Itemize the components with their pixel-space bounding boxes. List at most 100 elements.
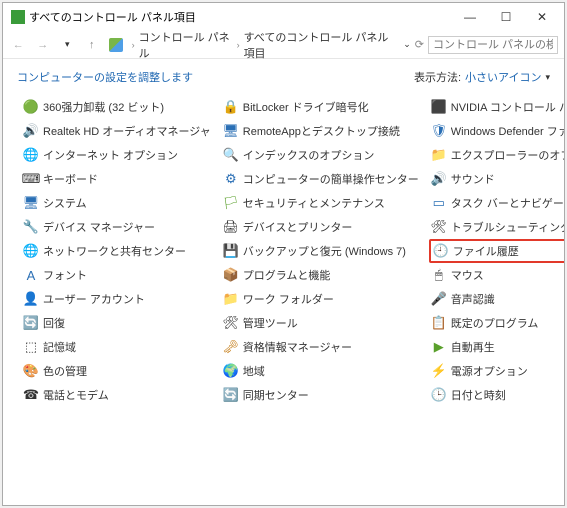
- item-icon: 🌍: [223, 363, 239, 379]
- item-label: Realtek HD オーディオマネージャ: [43, 123, 211, 139]
- control-panel-item[interactable]: 📋既定のプログラム: [429, 311, 564, 335]
- control-panel-item[interactable]: 🖱マウス: [429, 263, 564, 287]
- control-panel-item[interactable]: 🔍インデックスのオプション: [221, 143, 421, 167]
- path-dropdown[interactable]: ⌄: [403, 39, 411, 50]
- control-panel-item[interactable]: 🟢360强力卸载 (32 ビット): [21, 95, 213, 119]
- up-button[interactable]: ↑: [83, 35, 102, 55]
- control-panel-item[interactable]: 🌐ネットワークと共有センター: [21, 239, 213, 263]
- control-panel-item[interactable]: 💾バックアップと復元 (Windows 7): [221, 239, 421, 263]
- item-icon: 🟢: [23, 99, 39, 115]
- back-button[interactable]: ←: [9, 35, 28, 55]
- control-panel-item[interactable]: ⚡電源オプション: [429, 359, 564, 383]
- item-label: NVIDIA コントロール パネル: [451, 99, 564, 115]
- chevron-right-icon: ›: [132, 40, 135, 50]
- item-label: ネットワークと共有センター: [43, 243, 186, 259]
- control-panel-item[interactable]: 📁ワーク フォルダー: [221, 287, 421, 311]
- titlebar: すべてのコントロール パネル項目 — ☐ ✕: [3, 3, 564, 31]
- forward-button[interactable]: →: [34, 35, 53, 55]
- control-panel-item[interactable]: 🛠管理ツール: [221, 311, 421, 335]
- item-icon: ▭: [431, 195, 447, 211]
- item-icon: 🛡: [431, 123, 447, 139]
- history-dropdown[interactable]: ▾: [58, 35, 77, 55]
- view-value[interactable]: 小さいアイコン: [465, 69, 541, 85]
- chevron-down-icon[interactable]: ▾: [545, 72, 550, 83]
- item-label: バックアップと復元 (Windows 7): [243, 243, 406, 259]
- item-label: 管理ツール: [243, 315, 298, 331]
- search-input[interactable]: [428, 36, 558, 54]
- control-panel-item[interactable]: 🖥システム: [21, 191, 213, 215]
- chevron-right-icon: ›: [237, 40, 240, 50]
- item-label: BitLocker ドライブ暗号化: [243, 99, 369, 115]
- item-label: 資格情報マネージャー: [243, 339, 352, 355]
- item-icon: 🛠: [223, 315, 239, 331]
- close-button[interactable]: ✕: [524, 5, 560, 29]
- item-label: インターネット オプション: [43, 147, 178, 163]
- control-panel-item[interactable]: ⬛NVIDIA コントロール パネル: [429, 95, 564, 119]
- control-panel-item[interactable]: 🕒日付と時刻: [429, 383, 564, 407]
- item-icon: 🔄: [23, 315, 39, 331]
- item-label: コンピューターの簡単操作センター: [243, 171, 419, 187]
- control-panel-item[interactable]: ⬚記憶域: [21, 335, 213, 359]
- control-panel-item[interactable]: 📁エクスプローラーのオプション: [429, 143, 564, 167]
- item-label: エクスプローラーのオプション: [451, 147, 564, 163]
- item-label: 色の管理: [43, 363, 87, 379]
- item-label: ワーク フォルダー: [243, 291, 334, 307]
- item-icon: 💾: [223, 243, 239, 259]
- item-label: 電源オプション: [451, 363, 528, 379]
- item-icon: 🖱: [431, 267, 447, 283]
- search-area: ⌄ ⟳: [403, 36, 558, 54]
- control-panel-item[interactable]: ⌨キーボード: [21, 167, 213, 191]
- item-icon: 🌐: [23, 243, 39, 259]
- item-icon: 📋: [431, 315, 447, 331]
- minimize-button[interactable]: —: [452, 5, 488, 29]
- control-panel-item[interactable]: 🏳セキュリティとメンテナンス: [221, 191, 421, 215]
- address-icon: [107, 35, 126, 55]
- control-panel-item[interactable]: 🔒BitLocker ドライブ暗号化: [221, 95, 421, 119]
- control-panel-item[interactable]: ▭タスク バーとナビゲーション: [429, 191, 564, 215]
- control-panel-item[interactable]: 🔊Realtek HD オーディオマネージャ: [21, 119, 213, 143]
- control-panel-item[interactable]: ▶自動再生: [429, 335, 564, 359]
- control-panel-item[interactable]: Aフォント: [21, 263, 213, 287]
- item-icon: ⬚: [23, 339, 39, 355]
- item-icon: 🖨: [223, 219, 239, 235]
- refresh-button[interactable]: ⟳: [415, 38, 424, 51]
- control-panel-item[interactable]: 🖨デバイスとプリンター: [221, 215, 421, 239]
- control-panel-item[interactable]: 🔧デバイス マネージャー: [21, 215, 213, 239]
- crumb-control-panel[interactable]: コントロール パネル: [139, 29, 233, 61]
- control-panel-item[interactable]: ⚙コンピューターの簡単操作センター: [221, 167, 421, 191]
- item-icon: 🔒: [223, 99, 239, 115]
- control-panel-item[interactable]: 🔄同期センター: [221, 383, 421, 407]
- control-panel-item[interactable]: 🎤音声認識: [429, 287, 564, 311]
- control-panel-item[interactable]: 🖥RemoteAppとデスクトップ接続: [221, 119, 421, 143]
- control-panel-item[interactable]: 🎨色の管理: [21, 359, 213, 383]
- control-panel-item[interactable]: 🔄回復: [21, 311, 213, 335]
- control-panel-item[interactable]: 🔊サウンド: [429, 167, 564, 191]
- crumb-all-items[interactable]: すべてのコントロール パネル項目: [244, 29, 398, 61]
- control-panel-item[interactable]: 🌍地域: [221, 359, 421, 383]
- control-panel-item[interactable]: 🕘ファイル履歴: [429, 239, 564, 263]
- item-label: サウンド: [451, 171, 495, 187]
- control-panel-item[interactable]: ☎電話とモデム: [21, 383, 213, 407]
- item-label: マウス: [451, 267, 484, 283]
- app-icon: [11, 10, 25, 24]
- control-panel-item[interactable]: 🛠トラブルシューティング: [429, 215, 564, 239]
- item-label: タスク バーとナビゲーション: [451, 195, 564, 211]
- control-panel-item[interactable]: 🌐インターネット オプション: [21, 143, 213, 167]
- item-icon: A: [23, 267, 39, 283]
- control-panel-item[interactable]: 🗝資格情報マネージャー: [221, 335, 421, 359]
- window-buttons: — ☐ ✕: [452, 5, 560, 29]
- item-label: デバイスとプリンター: [243, 219, 353, 235]
- control-panel-item[interactable]: 👤ユーザー アカウント: [21, 287, 213, 311]
- address-bar: ← → ▾ ↑ › コントロール パネル › すべてのコントロール パネル項目 …: [3, 31, 564, 59]
- item-icon: 🔊: [23, 123, 39, 139]
- control-panel-item[interactable]: 🛡Windows Defender ファイアウォール: [429, 119, 564, 143]
- breadcrumb[interactable]: › コントロール パネル › すべてのコントロール パネル項目: [132, 29, 398, 61]
- item-icon: 🔍: [223, 147, 239, 163]
- maximize-button[interactable]: ☐: [488, 5, 524, 29]
- item-icon: 🕒: [431, 387, 447, 403]
- item-icon: ⚡: [431, 363, 447, 379]
- item-label: 自動再生: [451, 339, 495, 355]
- item-label: 360强力卸载 (32 ビット): [43, 99, 164, 115]
- item-icon: 🔊: [431, 171, 447, 187]
- control-panel-item[interactable]: 📦プログラムと機能: [221, 263, 421, 287]
